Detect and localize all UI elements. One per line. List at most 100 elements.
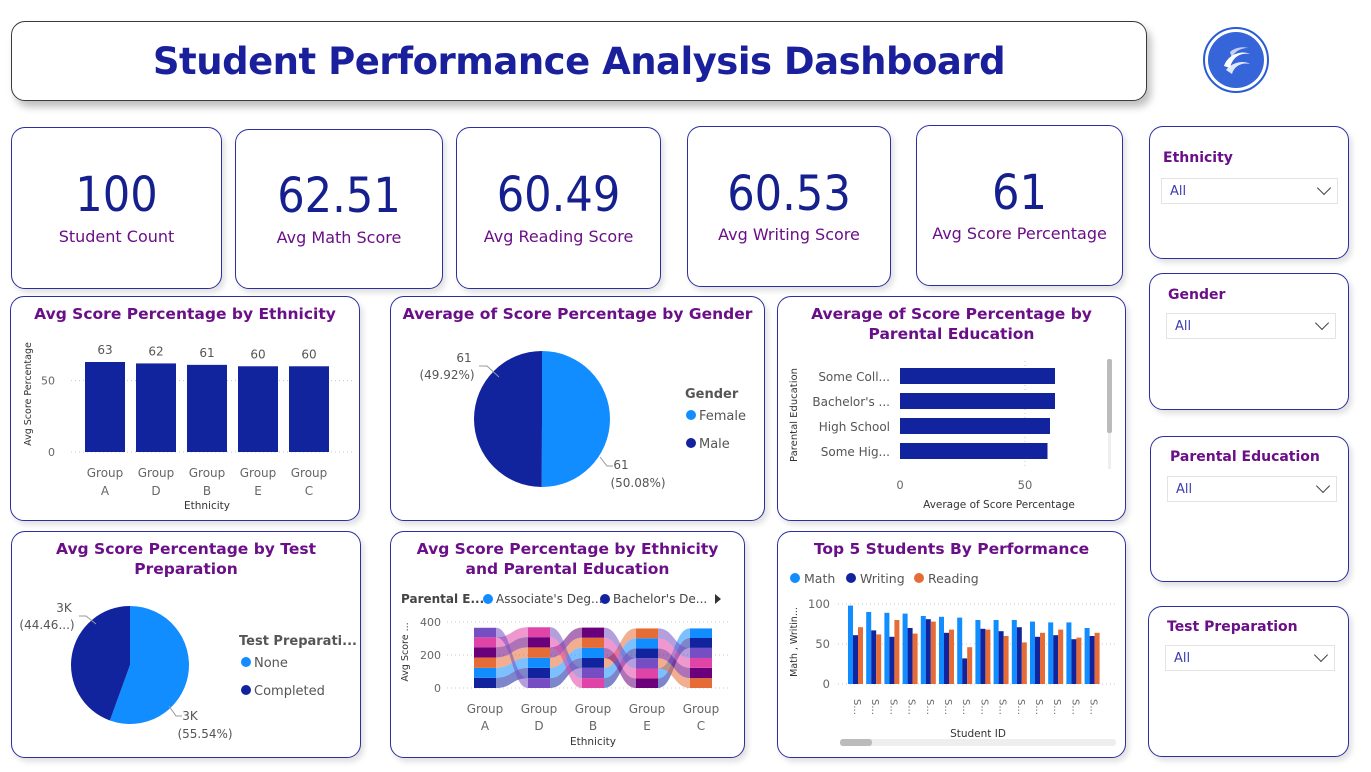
legend-label: Bachelor's De... xyxy=(613,592,707,606)
legend-title: Parental E... xyxy=(401,592,484,606)
slice-label-none-value: 3K xyxy=(182,709,199,723)
chevron-down-icon xyxy=(1314,315,1330,331)
slice-label-male-value: 61 xyxy=(456,351,471,365)
y-tick-label: 100 xyxy=(808,597,830,611)
bar xyxy=(1040,632,1045,684)
bar xyxy=(889,636,895,684)
legend-marker-completed xyxy=(241,685,251,695)
stacked-bar-segment xyxy=(690,647,712,658)
x-tick-label: C xyxy=(305,484,313,498)
x-tick-label: A xyxy=(481,719,490,733)
x-tick-label: S... xyxy=(924,699,935,715)
stacked-bar-segment xyxy=(528,627,550,638)
kpi-value: 60.53 xyxy=(727,165,851,222)
pie-slice-male xyxy=(474,351,542,487)
bar xyxy=(1094,632,1100,684)
legend-marker xyxy=(846,573,856,583)
bar xyxy=(962,658,968,684)
kpi-value: 61 xyxy=(992,164,1047,221)
bar xyxy=(894,620,900,684)
stacked-bar-segment xyxy=(582,637,604,648)
ethnicity-dropdown[interactable]: All xyxy=(1161,178,1338,204)
x-tick-label: Group xyxy=(575,702,612,716)
y-tick-label: 0 xyxy=(434,682,441,695)
kpi-label: Avg Reading Score xyxy=(483,226,634,246)
bar xyxy=(85,362,125,452)
bar xyxy=(920,616,926,684)
logo-icon xyxy=(1208,32,1264,88)
chevron-down-icon xyxy=(1316,180,1332,196)
bar xyxy=(1021,642,1027,684)
stacked-bar-segment xyxy=(636,648,658,659)
x-tick-label: D xyxy=(151,484,160,498)
legend-marker-none xyxy=(241,657,251,667)
bar xyxy=(907,628,913,684)
stacked-bar-segment xyxy=(582,667,604,679)
scrollbar-thumb xyxy=(1107,359,1112,433)
scrollbar-thumb xyxy=(840,739,872,746)
stacked-bar-segment xyxy=(582,678,604,688)
bar xyxy=(949,629,954,684)
legend-title: Test Preparati... xyxy=(239,634,357,649)
page-title: Student Performance Analysis Dashboard xyxy=(152,39,1006,83)
stacked-bar-segment xyxy=(582,647,604,658)
ethnicity-parental-ribbon-chart: Parental E... Associate's Deg... Bachelor'… xyxy=(400,592,731,748)
gender-dropdown[interactable]: All xyxy=(1166,313,1336,339)
y-axis-label: Parental Education xyxy=(789,368,800,462)
slicer-gender[interactable]: Gender All xyxy=(1149,273,1349,410)
stacked-bar-segment xyxy=(636,658,658,669)
legend-marker xyxy=(790,573,800,583)
legend-marker-female xyxy=(686,410,696,420)
pie-slice-female xyxy=(541,351,610,487)
x-tick-label: E xyxy=(643,719,651,733)
x-tick-label: Group xyxy=(467,702,504,716)
slicer-test-preparation[interactable]: Test Preparation All xyxy=(1148,606,1349,757)
dropdown-value: All xyxy=(1174,650,1191,666)
chevron-down-icon xyxy=(1315,478,1331,494)
test-preparation-dropdown[interactable]: All xyxy=(1165,645,1335,671)
dropdown-value: All xyxy=(1176,481,1193,497)
y-axis-label: Avg Score ... xyxy=(400,622,411,681)
bar xyxy=(1030,621,1035,684)
bar xyxy=(1084,628,1090,684)
bar xyxy=(187,364,227,452)
parental-education-dropdown[interactable]: All xyxy=(1167,476,1337,502)
dropdown-value: All xyxy=(1170,183,1187,199)
bar xyxy=(853,635,858,684)
x-tick-label: E xyxy=(254,484,262,498)
bar xyxy=(900,443,1048,459)
bar xyxy=(930,621,936,684)
bar xyxy=(912,633,918,684)
y-axis-label: Math , Writin... xyxy=(789,607,800,677)
slicer-ethnicity[interactable]: Ethnicity All xyxy=(1149,126,1349,259)
slicer-title: Test Preparation xyxy=(1167,619,1298,635)
leader-line xyxy=(168,705,182,717)
slice-label-female-value: 61 xyxy=(613,458,628,472)
kpi-label: Avg Writing Score xyxy=(718,225,860,245)
stacked-bar-segment xyxy=(528,637,550,648)
stacked-bar-segment xyxy=(690,678,712,688)
bar xyxy=(985,629,991,684)
y-tick-label: 50 xyxy=(41,375,55,388)
stacked-bar-segment xyxy=(690,628,712,639)
stacked-bar-segment xyxy=(690,638,712,648)
bar xyxy=(1066,622,1072,684)
stacked-bar-segment xyxy=(474,667,496,678)
x-axis-label: Ethnicity xyxy=(570,736,616,748)
slicer-title: Gender xyxy=(1168,287,1226,303)
chart-card-test-preparation: Avg Score Percentage by Test Preparation… xyxy=(11,531,361,758)
bar xyxy=(1011,620,1017,684)
x-tick-label: Group xyxy=(291,466,328,480)
kpi-value: 60.49 xyxy=(496,167,621,224)
bar xyxy=(884,612,890,684)
x-tick-label: Group xyxy=(629,702,666,716)
bar xyxy=(957,617,963,684)
x-tick-label: C xyxy=(697,719,705,733)
stacked-bar-segment xyxy=(474,637,496,648)
y-axis-label: Avg Score Percentage xyxy=(23,342,34,446)
y-tick-label: Bachelor's ... xyxy=(812,395,890,409)
leader-line xyxy=(599,456,613,467)
slicer-parental-education[interactable]: Parental Education All xyxy=(1150,436,1349,582)
y-tick-label: 0 xyxy=(823,677,830,691)
ethnicity-bar-chart: 0 50 Avg Score Percentage 63 Group A 62 Group D 6… xyxy=(23,342,353,512)
